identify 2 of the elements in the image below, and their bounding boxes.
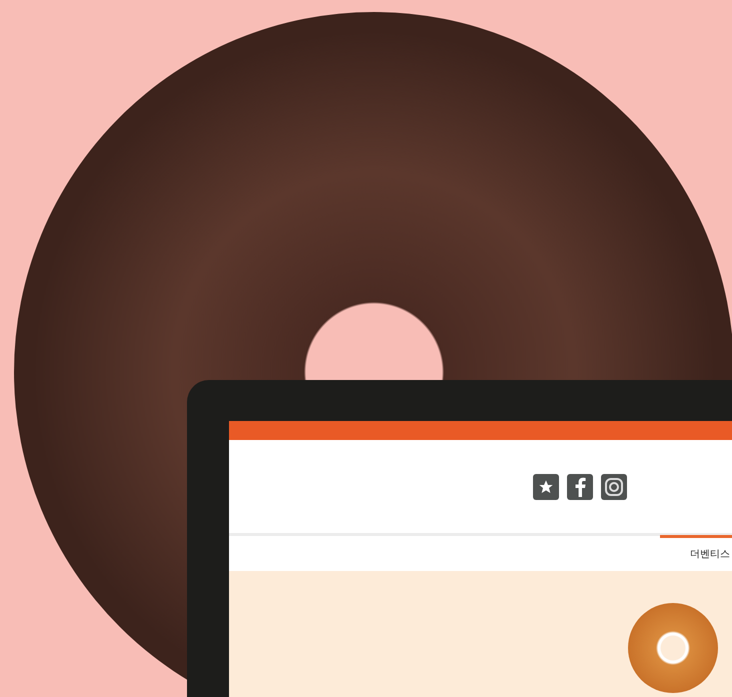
instagram-icon[interactable] [601,474,627,500]
facebook-icon[interactable] [567,474,593,500]
